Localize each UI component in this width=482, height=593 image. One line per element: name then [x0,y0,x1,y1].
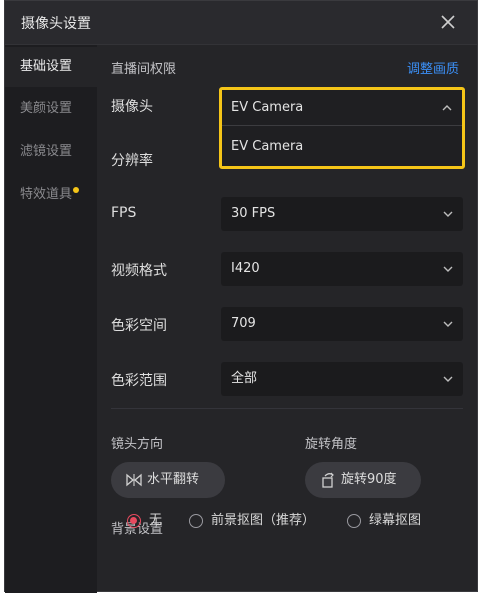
camera-settings-window: 摄像头设置 基础设置 美颜设置 滤镜设置 特效道具 直播间权限 调整画质 摄像头 [4,0,479,593]
settings-sidebar: 基础设置 美颜设置 滤镜设置 特效道具 [5,45,97,593]
sidebar-item-basic[interactable]: 基础设置 [5,47,97,87]
radio-unchecked-icon [189,514,203,528]
resolution-label: 分辨率 [111,153,153,169]
sidebar-item-effects[interactable]: 特效道具 [5,175,97,215]
chevron-down-icon [443,266,453,272]
fps-select[interactable]: 30 FPS [221,197,463,231]
sidebar-item-label: 特效道具 [20,187,73,202]
sidebar-item-beauty[interactable]: 美颜设置 [5,89,97,129]
sidebar-item-label: 基础设置 [20,59,73,74]
settings-content: 直播间权限 调整画质 摄像头 EV Camera EV Camera 分辨率 F… [97,45,479,593]
camera-select[interactable]: EV Camera [222,90,462,126]
background-option-foreground[interactable]: 前景抠图（推荐） [189,513,315,529]
close-icon [441,15,455,29]
flip-horizontal-icon [126,473,142,487]
flip-horizontal-button[interactable]: 水平翻转 [111,462,225,498]
window-title: 摄像头设置 [21,16,91,32]
camera-option[interactable]: EV Camera [222,128,462,166]
flip-horizontal-label: 水平翻转 [147,472,200,487]
video-format-value: I420 [231,261,260,276]
camera-option-label: EV Camera [231,139,304,154]
video-format-select[interactable]: I420 [221,252,463,286]
rotate-icon [322,472,334,488]
background-option-greenscreen[interactable]: 绿幕抠图 [347,513,421,529]
chevron-down-icon [443,376,453,382]
chevron-down-icon [443,211,453,217]
chevron-down-icon [443,321,453,327]
sidebar-item-label: 美颜设置 [20,101,73,116]
fps-label: FPS [111,205,137,221]
section-divider [111,408,463,409]
radio-unchecked-icon [347,514,361,528]
video-format-label: 视频格式 [111,263,167,279]
radio-label: 前景抠图（推荐） [211,513,316,528]
background-option-none[interactable]: 无 [127,513,162,529]
camera-dropdown[interactable]: EV Camera EV Camera [219,87,465,169]
color-range-select[interactable]: 全部 [221,362,463,396]
section-title: 直播间权限 [111,62,177,77]
color-range-value: 全部 [231,371,258,386]
rotate-90-label: 旋转90度 [341,472,397,487]
color-space-select[interactable]: 709 [221,307,463,341]
fps-value: 30 FPS [231,206,276,221]
color-space-value: 709 [231,316,256,331]
lens-direction-label: 镜头方向 [111,437,164,452]
camera-selected-value: EV Camera [231,100,304,115]
color-range-label: 色彩范围 [111,373,167,389]
sidebar-item-label: 滤镜设置 [20,144,73,159]
color-space-label: 色彩空间 [111,318,167,334]
sidebar-item-filter[interactable]: 滤镜设置 [5,132,97,172]
radio-label: 绿幕抠图 [369,513,422,528]
adjust-quality-link[interactable]: 调整画质 [407,58,459,77]
new-badge-dot [73,187,79,193]
radio-label: 无 [149,513,163,528]
camera-label: 摄像头 [111,99,153,115]
rotation-label: 旋转角度 [305,437,358,452]
radio-checked-icon [127,514,141,528]
close-button[interactable] [437,11,459,33]
rotate-90-button[interactable]: 旋转90度 [305,462,421,498]
title-bar: 摄像头设置 [5,1,477,45]
chevron-up-icon [442,105,452,111]
